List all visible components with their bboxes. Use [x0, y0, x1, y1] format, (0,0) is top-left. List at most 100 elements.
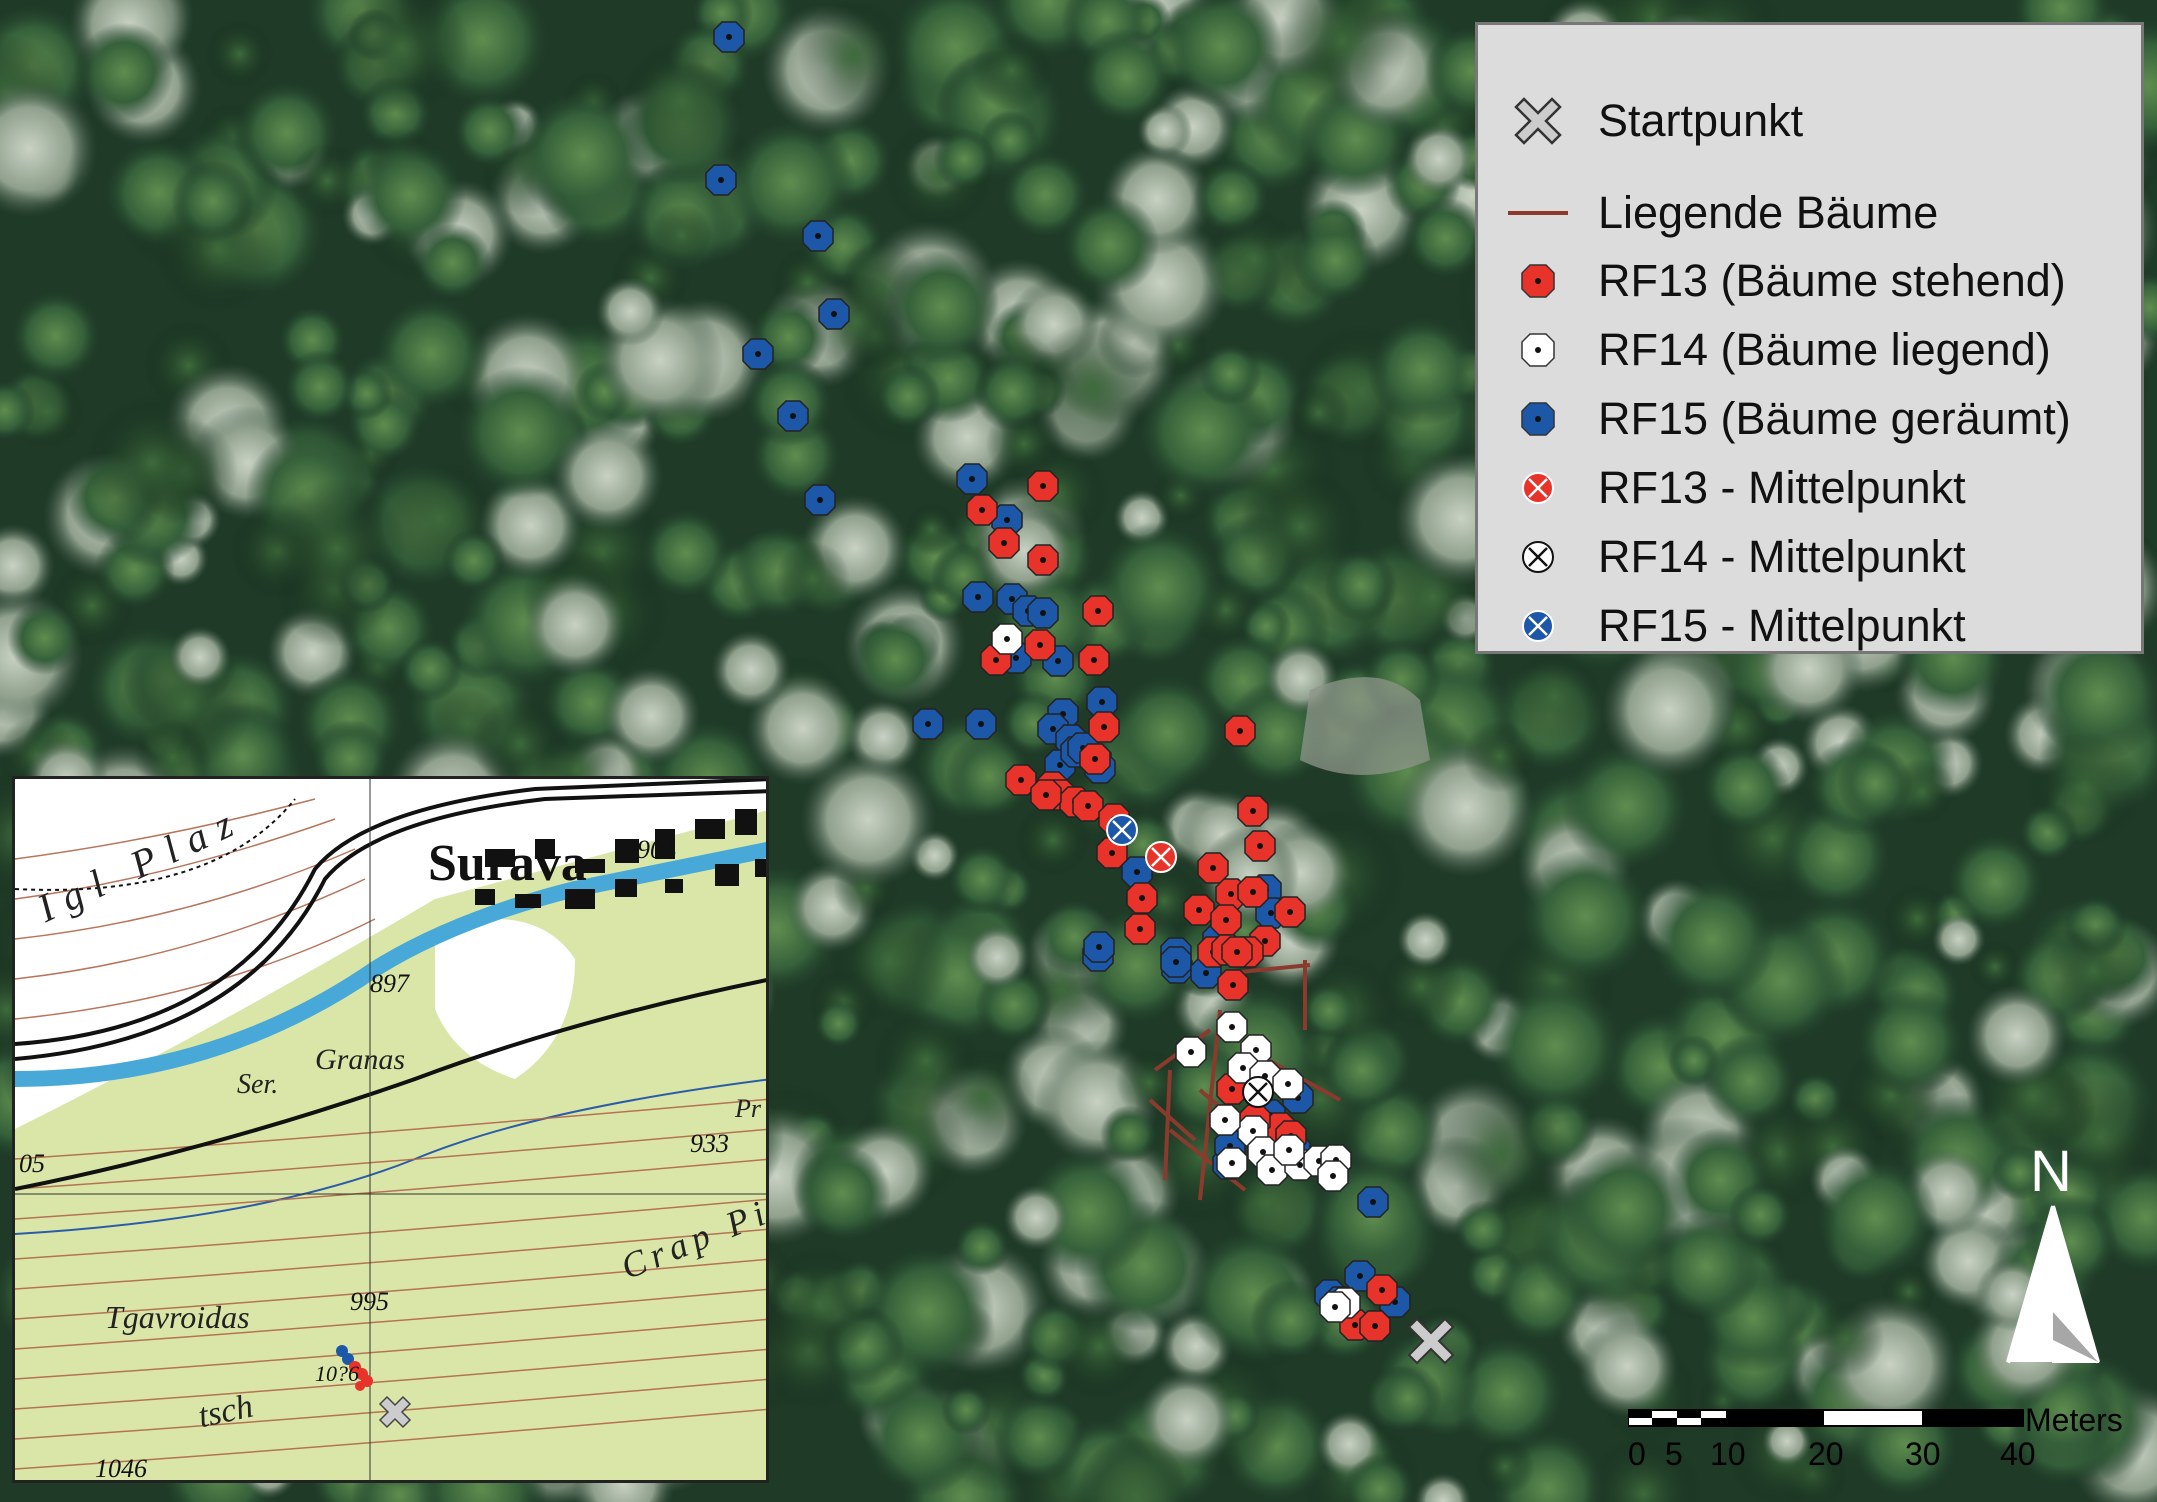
tree-crown: [289, 142, 366, 219]
tree-point-dot: [1085, 803, 1091, 809]
tree-crown: [1077, 28, 1175, 125]
tree-point-dot: [1229, 1160, 1235, 1166]
tree-point-dot: [1040, 483, 1046, 489]
tree-point-dot: [1237, 728, 1243, 734]
tree-crown: [947, 843, 1018, 915]
tree-point-dot: [1001, 540, 1007, 546]
tree-crown: [595, 276, 665, 346]
tree-point-dot: [1101, 724, 1107, 730]
north-label: N: [2030, 1139, 2072, 1204]
tree-point-dot: [1250, 808, 1256, 814]
tree-point-dot: [1009, 596, 1015, 602]
tree-point-dot: [1229, 1086, 1235, 1092]
tree-point-dot: [1352, 1322, 1358, 1328]
legend-item-fallen-trees: Liegende Bäume: [1508, 183, 1938, 243]
tree-point-dot: [1055, 658, 1061, 664]
tree-crown: [651, 204, 713, 266]
tree-crown: [282, 349, 358, 425]
inset-elevation-label: 933: [690, 1129, 729, 1158]
tree-point-dot: [969, 476, 975, 482]
legend-item-rf13-center: RF13 - Mittelpunkt: [1508, 458, 1966, 518]
tree-point-dot: [1004, 517, 1010, 523]
tree-crown: [1454, 1200, 1513, 1259]
tree-point-dot: [1257, 843, 1263, 849]
tree-crown: [1562, 1145, 1689, 1272]
tree-point-dot: [1357, 1273, 1363, 1279]
inset-elevation-label: 995: [350, 1287, 389, 1316]
scale-tick-label: 10: [1710, 1436, 1746, 1472]
tree-crown: [1059, 195, 1160, 295]
tree-crown: [74, 22, 174, 122]
tree-point-dot: [1234, 949, 1240, 955]
tree-crown: [1287, 381, 1351, 445]
tree-point-dot: [1286, 1147, 1292, 1153]
tree-point-dot: [978, 721, 984, 727]
tree-crown: [413, 223, 492, 302]
tree-point-dot: [1229, 1024, 1235, 1030]
tree-crown: [397, 636, 463, 703]
tree-crown: [973, 354, 1051, 431]
scale-tick-label: 30: [1905, 1436, 1941, 1472]
inset-elevation-label: 1046: [95, 1454, 147, 1483]
tree-point-dot: [1109, 850, 1115, 856]
tree-point-dot: [979, 507, 985, 513]
inset-topo-map: Surava Igl Plaz Granas Ser. Tgavroidas C…: [12, 776, 769, 1483]
inset-town-label: Surava: [428, 835, 587, 892]
tree-crown: [85, 395, 219, 530]
tree-crown: [931, 1046, 1035, 1150]
legend-label: RF14 - Mittelpunkt: [1598, 531, 1966, 582]
white-circle-x-icon: [1508, 527, 1568, 587]
tree-crown: [793, 1145, 891, 1243]
tree-crown: [1728, 1182, 1793, 1247]
tree-point-dot: [1287, 909, 1293, 915]
inset-place-label: Granas: [315, 1043, 406, 1076]
tree-crown: [1517, 848, 1654, 985]
tree-crown: [1601, 642, 1737, 778]
tree-crown: [850, 613, 941, 705]
inset-place-label: Ser.: [237, 1069, 279, 1100]
tree-point-dot: [1269, 1167, 1275, 1173]
red-octagon-icon: [1508, 251, 1568, 311]
tree-crown: [1702, 1034, 1797, 1129]
tree-crown: [1463, 720, 1536, 793]
tree-crown: [1576, 1315, 1679, 1418]
tree-point-dot: [993, 657, 999, 663]
tree-crown: [1836, 745, 1913, 822]
tree-crown: [725, 117, 856, 248]
tree-point-dot: [1240, 1065, 1246, 1071]
blue-octagon-icon: [1508, 389, 1568, 449]
tree-point-dot: [755, 351, 761, 357]
tree-point-dot: [925, 721, 931, 727]
scale-tick-label: 5: [1665, 1436, 1683, 1472]
tree-crown: [205, 19, 274, 89]
tree-crown: [1198, 342, 1262, 406]
tree-crown: [639, 506, 733, 600]
scale-tick-label: 40: [2000, 1436, 2036, 1472]
tree-point-dot: [1057, 762, 1063, 768]
tree-crown: [2027, 731, 2142, 846]
start-cross-icon: [1508, 91, 1568, 151]
tree-crown: [9, 289, 103, 383]
tree-crown: [711, 630, 791, 710]
tree-crown: [266, 478, 407, 619]
tree-crown: [171, 159, 255, 243]
tree-point-dot: [1260, 1149, 1266, 1155]
tree-point-dot: [718, 177, 724, 183]
tree-crown: [1397, 911, 1454, 969]
tree-point-dot: [1379, 1287, 1385, 1293]
tree-point-dot: [817, 497, 823, 503]
tree-point-dot: [1372, 1323, 1378, 1329]
tree-crown: [2045, 922, 2142, 1020]
legend-label: RF15 - Mittelpunkt: [1598, 600, 1966, 651]
tree-point-dot: [1013, 655, 1019, 661]
tree-point-dot: [1134, 869, 1140, 875]
tree-point-dot: [1173, 959, 1179, 965]
tree-point-dot: [790, 413, 796, 419]
tree-point-dot: [1262, 938, 1268, 944]
map-figure: Startpunkt Liegende Bäume RF13 (Bäume st…: [0, 0, 2157, 1502]
tree-point-dot: [1099, 699, 1105, 705]
legend-item-rf15-center: RF15 - Mittelpunkt: [1508, 596, 1966, 656]
tree-crown: [971, 30, 1052, 111]
legend-item-start: Startpunkt: [1508, 91, 1803, 151]
legend-item-rf15: RF15 (Bäume geräumt): [1508, 389, 2071, 449]
